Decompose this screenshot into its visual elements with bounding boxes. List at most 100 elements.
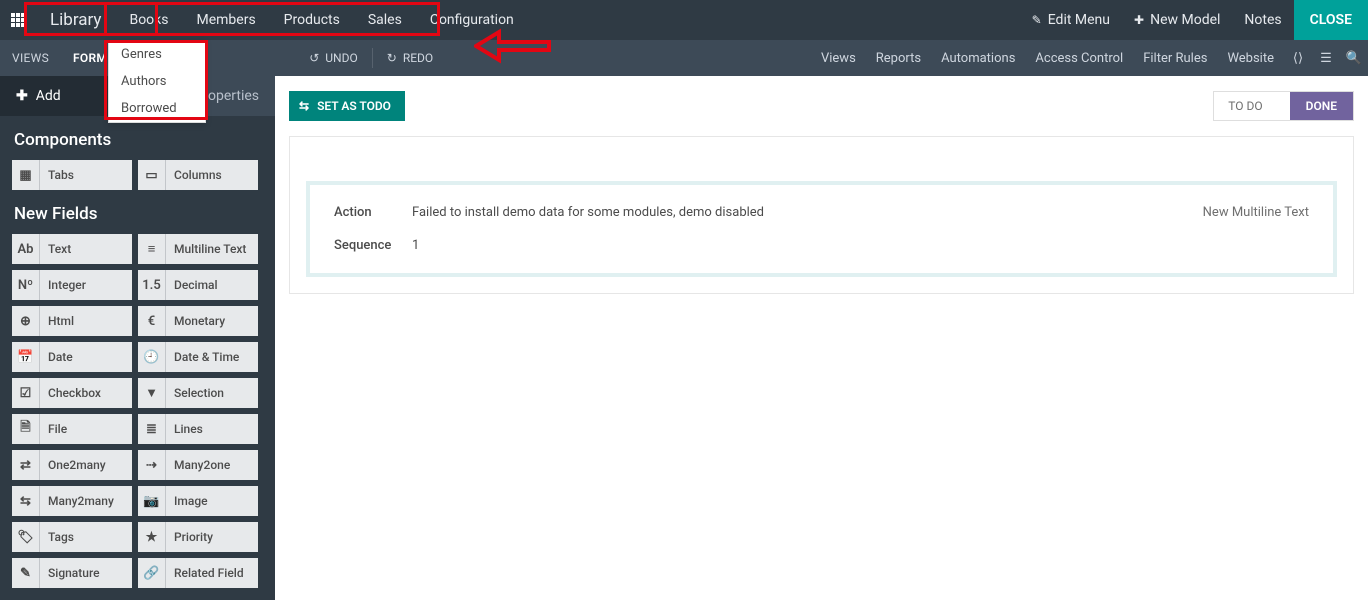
topbar-right: ✎Edit Menu ✚New Model Notes CLOSE [1020, 0, 1368, 40]
set-as-todo-button[interactable]: ⇆ SET AS TODO [289, 91, 405, 121]
field-icon: ☑ [12, 378, 40, 408]
field-icon: 📷 [138, 486, 166, 516]
field-icon: € [138, 306, 166, 336]
field-file[interactable]: 🗎File [12, 414, 132, 444]
field-label: Signature [48, 566, 132, 580]
field-many2many[interactable]: ⇆Many2many [12, 486, 132, 516]
status-done[interactable]: DONE [1290, 92, 1353, 120]
field-type-hint: New Multiline Text [1203, 205, 1309, 220]
component-label: Columns [174, 168, 258, 182]
field-decimal[interactable]: 1.5Decimal [138, 270, 258, 300]
sublinks: Views Reports Automations Access Control… [811, 40, 1368, 76]
add-label: Add [36, 88, 61, 104]
field-icon: ≣ [138, 414, 166, 444]
link-reports[interactable]: Reports [866, 40, 931, 76]
field-icon: ▼ [138, 378, 166, 408]
component-tabs[interactable]: ▦Tabs [12, 160, 132, 190]
menu-members[interactable]: Members [182, 0, 269, 40]
field-checkbox[interactable]: ☑ Checkbox [12, 378, 132, 408]
field-related-field[interactable]: 🔗 Related Field [138, 558, 258, 588]
menu-books[interactable]: Books [115, 0, 182, 40]
field-row-action: Action Failed to install demo data for s… [334, 205, 1309, 220]
component-columns[interactable]: ▭ Columns [138, 160, 258, 190]
link-views[interactable]: Views [811, 40, 866, 76]
list-icon[interactable]: ☰ [1312, 40, 1340, 76]
arrow-icon [474, 26, 554, 66]
divider [372, 48, 373, 68]
field-many2one[interactable]: ⇢ Many2one [138, 450, 258, 480]
pencil-icon: ✎ [1032, 13, 1042, 27]
field-tags[interactable]: 🏷Tags [12, 522, 132, 552]
field-html[interactable]: ⊕Html [12, 306, 132, 336]
dd-genres[interactable]: Genres [109, 41, 205, 68]
field-text[interactable]: AbText [12, 234, 132, 264]
field-icon: ✎ [12, 558, 40, 588]
menu-products[interactable]: Products [270, 0, 354, 40]
field-one2many[interactable]: ⇄One2many [12, 450, 132, 480]
field-icon: ⇄ [12, 450, 40, 480]
field-icon: ★ [138, 522, 166, 552]
field-label: Many2one [174, 458, 258, 472]
undo-label: UNDO [325, 51, 357, 65]
field-date[interactable]: 📅Date [12, 342, 132, 372]
notes-button[interactable]: Notes [1232, 0, 1293, 40]
component-icon: ▭ [138, 160, 166, 190]
field-label: Date [48, 350, 132, 364]
menu-sales[interactable]: Sales [354, 0, 416, 40]
field-label: Checkbox [48, 386, 132, 400]
field-icon: 🗎 [12, 414, 40, 444]
link-website[interactable]: Website [1217, 40, 1284, 76]
dd-authors[interactable]: Authors [109, 68, 205, 95]
field-lines[interactable]: ≣Lines [138, 414, 258, 444]
field-selection[interactable]: ▼ Selection [138, 378, 258, 408]
status-todo[interactable]: TO DO [1214, 92, 1276, 120]
field-icon: 🏷 [12, 522, 40, 552]
app-title[interactable]: Library [36, 0, 115, 40]
xml-icon[interactable]: ⟨⟩ [1284, 40, 1312, 76]
sidebar: ✚Add Properties Components ▦Tabs▭Columns… [0, 76, 275, 600]
field-label: Multiline Text [174, 242, 258, 256]
link-filter-rules[interactable]: Filter Rules [1133, 40, 1217, 76]
new-fields-title: New Fields [0, 190, 275, 234]
field-icon: 🔗 [138, 558, 166, 588]
redo-label: REDO [403, 51, 433, 65]
form-card: Action Failed to install demo data for s… [289, 136, 1354, 294]
tab-views[interactable]: VIEWS [0, 40, 61, 76]
field-date-&-time[interactable]: 🕘Date & Time [138, 342, 258, 372]
field-icon: ⊕ [12, 306, 40, 336]
plus-icon: ✚ [1134, 13, 1144, 27]
link-access-control[interactable]: Access Control [1025, 40, 1133, 76]
swap-icon: ⇆ [299, 99, 309, 113]
todo-btn-label: SET AS TODO [317, 99, 391, 113]
undo-icon: ↺ [309, 51, 319, 65]
field-integer[interactable]: NºInteger [12, 270, 132, 300]
field-icon: ⇢ [138, 450, 166, 480]
link-automations[interactable]: Automations [931, 40, 1025, 76]
field-icon: ≡ [138, 234, 166, 264]
search-icon[interactable]: 🔍 [1340, 40, 1368, 76]
form-group: Action Failed to install demo data for s… [306, 181, 1337, 277]
field-label: Monetary [174, 314, 258, 328]
close-button[interactable]: CLOSE [1294, 0, 1368, 40]
field-value[interactable]: 1 [412, 238, 1309, 253]
redo-button[interactable]: ↻ REDO [377, 47, 443, 69]
apps-icon[interactable] [0, 0, 36, 40]
undo-button[interactable]: ↺ UNDO [299, 47, 368, 69]
existing-fields-toggle[interactable]: Existing Fields▸ [0, 588, 275, 600]
edit-menu-button[interactable]: ✎Edit Menu [1020, 0, 1122, 40]
dd-borrowed[interactable]: Borrowed [109, 95, 205, 122]
field-label: Related Field [174, 566, 258, 580]
field-icon: 🕘 [138, 342, 166, 372]
field-monetary[interactable]: € Monetary [138, 306, 258, 336]
new-model-button[interactable]: ✚New Model [1122, 0, 1232, 40]
field-multiline-text[interactable]: ≡ Multiline Text [138, 234, 258, 264]
field-row-sequence: Sequence 1 [334, 238, 1309, 253]
redo-icon: ↻ [387, 51, 397, 65]
field-signature[interactable]: ✎ Signature [12, 558, 132, 588]
field-priority[interactable]: ★Priority [138, 522, 258, 552]
field-label: Selection [174, 386, 258, 400]
books-dropdown: Genres Authors Borrowed [108, 40, 206, 123]
field-image[interactable]: 📷Image [138, 486, 258, 516]
field-label: Text [48, 242, 132, 256]
field-value[interactable]: Failed to install demo data for some mod… [412, 205, 1203, 220]
